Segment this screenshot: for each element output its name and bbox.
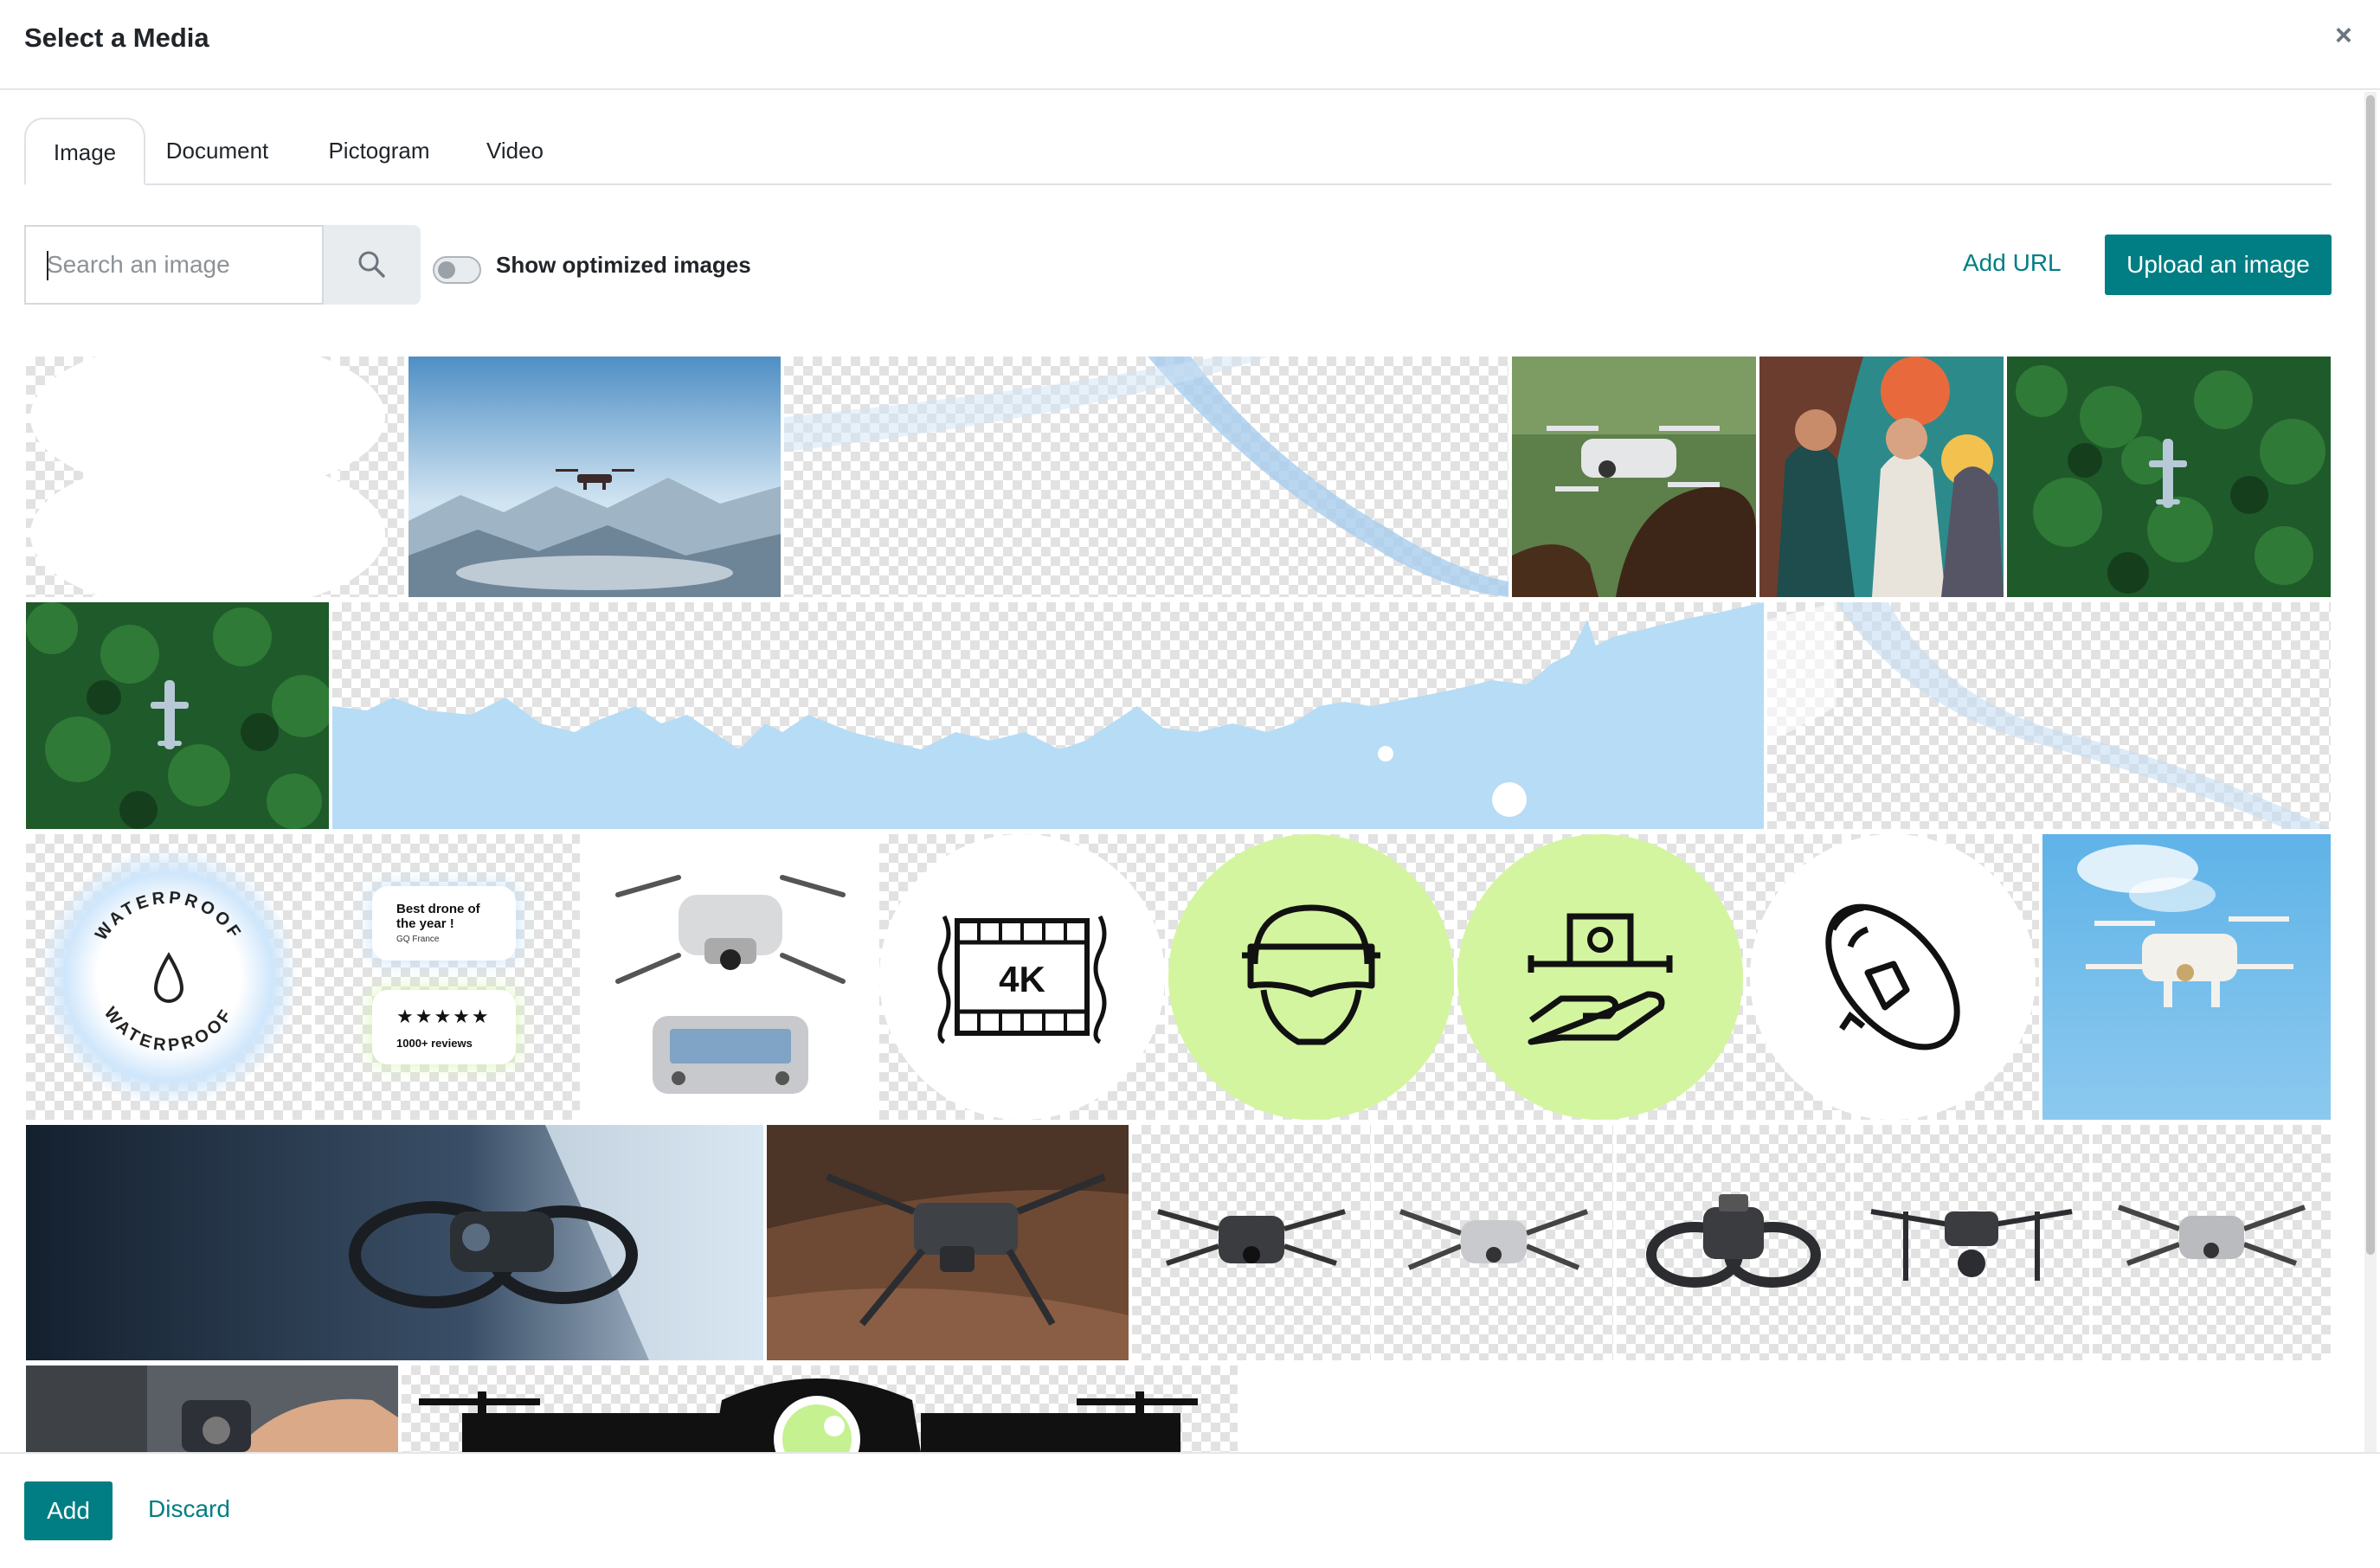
hand-drone-photo (1512, 357, 1756, 597)
media-tile-drone-fpv[interactable] (1617, 1125, 1850, 1360)
forest-drone-photo (2007, 357, 2331, 597)
add-button[interactable]: Add (24, 1481, 113, 1540)
star-rating-icon: ★★★★★ (396, 1006, 491, 1027)
media-tile-review-badge[interactable]: Best drone of the year ! GQ France ★★★★★… (315, 834, 580, 1120)
white-blob-shape (30, 357, 385, 597)
media-tile-vr-headset[interactable] (1168, 834, 1454, 1120)
sky-drone-photo (2042, 834, 2331, 1120)
media-grid: WATERPROOF WATERPROOF Best drone of the … (0, 0, 2380, 1452)
media-tile-drone-controller[interactable] (583, 834, 876, 1120)
media-tile-white-blobs[interactable] (26, 357, 404, 597)
forest-drone-photo (26, 602, 329, 829)
drone-product-photo (1646, 1194, 1821, 1288)
award-text: Best drone of the year ! (396, 902, 480, 931)
media-tile-drone-silhouette[interactable] (402, 1366, 1238, 1452)
media-tile-forest-drone-2[interactable] (26, 602, 329, 829)
vr-headset-icon (1168, 834, 1454, 1120)
drone-product-photo (1399, 1209, 1589, 1270)
media-tile-fpv-drone-banner[interactable] (26, 1125, 763, 1360)
media-tile-cloud-silhouette[interactable] (332, 602, 1764, 829)
drone-product-photo (1157, 1209, 1346, 1266)
media-tile-drone-grey[interactable] (1374, 1125, 1613, 1360)
media-tile-drone-mavic[interactable] (2093, 1125, 2331, 1360)
media-tile-drone-mountains[interactable] (408, 357, 781, 597)
media-tile-hand-drone[interactable] (1512, 357, 1756, 597)
desert-drone-photo (767, 1125, 1129, 1360)
reviews-card: ★★★★★ 1000+ reviews (372, 990, 516, 1064)
drone-controller-photo (615, 875, 846, 1094)
drone-product-photo (1870, 1209, 2073, 1281)
sky-silhouette-shape (332, 602, 1764, 829)
media-tile-hand-camera[interactable] (26, 1366, 398, 1452)
hand-camera-photo (26, 1366, 398, 1452)
blue-wave-shape (784, 357, 1508, 597)
media-tile-blue-wave[interactable] (784, 357, 1508, 597)
media-tile-sky-drone[interactable] (2042, 834, 2331, 1120)
orbit-rotation-icon (1750, 834, 2036, 1120)
reviews-count: 1000+ reviews (396, 1037, 473, 1050)
media-tile-women-mural[interactable] (1759, 357, 2004, 597)
media-tile-waterproof-badge[interactable]: WATERPROOF WATERPROOF (26, 834, 312, 1120)
dialog-footer (0, 1452, 2380, 1568)
4k-label: 4K (999, 959, 1045, 999)
hand-holding-drone-icon (1457, 834, 1743, 1120)
award-card: Best drone of the year ! GQ France (372, 886, 516, 961)
media-tile-wave-lines[interactable] (1767, 602, 2331, 829)
media-tile-drone-black-1[interactable] (1132, 1125, 1371, 1360)
media-tile-desert-drone[interactable] (767, 1125, 1129, 1360)
drone-product-photo (2117, 1205, 2306, 1266)
media-tile-4k-icon[interactable]: 4K (879, 834, 1165, 1120)
drone-mountains-photo (408, 357, 781, 597)
grid-scroll-thumb[interactable] (2366, 95, 2375, 1255)
women-mural-photo (1759, 357, 2004, 597)
media-tile-drone-inspire[interactable] (1854, 1125, 2089, 1360)
award-source: GQ France (396, 935, 440, 944)
media-tile-forest-drone-1[interactable] (2007, 357, 2331, 597)
media-tile-hand-drone-icon[interactable] (1457, 834, 1743, 1120)
drone-silhouette-shape (419, 1378, 1198, 1452)
fpv-drone-photo (26, 1125, 763, 1360)
wave-lines-shape (1767, 602, 2331, 829)
film-4k-icon: 4K (879, 834, 1165, 1120)
waterproof-badge: WATERPROOF WATERPROOF (39, 847, 299, 1107)
media-tile-orbit-icon[interactable] (1746, 834, 2039, 1120)
discard-button[interactable]: Discard (148, 1495, 230, 1523)
